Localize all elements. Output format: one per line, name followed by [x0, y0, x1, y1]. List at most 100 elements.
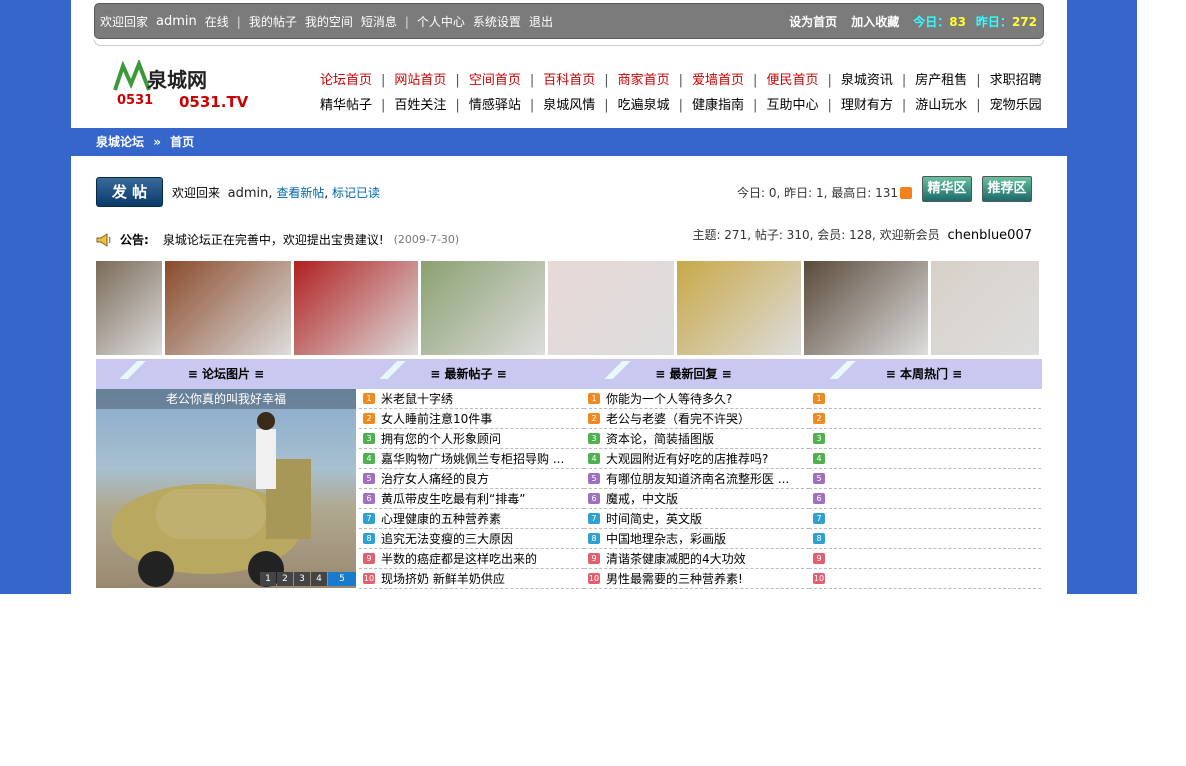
recommend-zone-button[interactable]: 推荐区	[982, 176, 1032, 202]
rss-icon[interactable]	[900, 186, 912, 199]
nav-link[interactable]: 百科首页	[543, 68, 595, 93]
set-home-link[interactable]: 设为首页	[789, 13, 837, 30]
pager-button[interactable]: 3	[294, 572, 310, 586]
list-item[interactable]: 10	[809, 569, 1041, 589]
add-favorite-link[interactable]: 加入收藏	[851, 13, 899, 30]
short-message-link[interactable]: 短消息	[361, 13, 397, 30]
nav-link[interactable]: 便民首页	[766, 68, 818, 93]
list-item[interactable]: 7 心理健康的五种营养素	[359, 509, 584, 529]
meat-dish-photo[interactable]	[165, 261, 291, 355]
list-item[interactable]: 2	[809, 409, 1041, 429]
pager-button[interactable]: 4	[311, 572, 327, 586]
nav-link[interactable]: 求职招聘	[990, 68, 1042, 93]
list-item[interactable]: 8 中国地理杂志，彩画版	[584, 529, 809, 549]
settings-link[interactable]: 系统设置	[473, 13, 521, 30]
list-item-title[interactable]: 米老鼠十字绣	[381, 390, 453, 407]
list-item[interactable]: 8	[809, 529, 1041, 549]
list-item[interactable]: 6 魔戒，中文版	[584, 489, 809, 509]
list-item[interactable]: 7 时间简史，英文版	[584, 509, 809, 529]
nav-link[interactable]: 泉城资讯	[841, 68, 893, 93]
list-item[interactable]: 3	[809, 429, 1041, 449]
legs-photo[interactable]	[931, 261, 1039, 355]
nav-link[interactable]: 理财有方	[841, 93, 893, 118]
my-posts-link[interactable]: 我的帖子	[249, 13, 297, 30]
nav-link[interactable]: 情感驿站	[469, 93, 521, 118]
list-item-title[interactable]: 大观园附近有好吃的店推荐吗?	[606, 450, 768, 467]
view-new-posts-link[interactable]: 查看新帖	[276, 186, 324, 200]
nav-link[interactable]: 房产租售	[915, 68, 967, 93]
nav-link[interactable]: 游山玩水	[915, 93, 967, 118]
list-item[interactable]: 2 女人睡前注意10件事	[359, 409, 584, 429]
list-item-title[interactable]: 清谐茶健康减肥的4大功效	[606, 550, 746, 567]
list-item-title[interactable]: 魔戒，中文版	[606, 490, 678, 507]
list-item-title[interactable]: 女人睡前注意10件事	[381, 410, 492, 427]
pager-button[interactable]: 2	[277, 572, 293, 586]
new-post-button[interactable]: 发 帖	[96, 177, 163, 207]
my-space-link[interactable]: 我的空间	[305, 13, 353, 30]
list-item-title[interactable]: 时间简史，英文版	[606, 510, 702, 527]
list-item[interactable]: 8 追究无法变瘦的三大原因	[359, 529, 584, 549]
list-item-title[interactable]: 追究无法变瘦的三大原因	[381, 530, 513, 547]
list-item-title[interactable]: 现场挤奶 新鲜羊奶供应	[381, 570, 505, 587]
nav-link[interactable]: 互助中心	[766, 93, 818, 118]
nav-link[interactable]: 商家首页	[618, 68, 670, 93]
pager-button[interactable]: 5	[328, 572, 356, 586]
car-woman-photo[interactable]	[421, 261, 545, 355]
list-item[interactable]: 5 有哪位朋友知道济南名流整形医 ...	[584, 469, 809, 489]
username[interactable]: admin	[156, 14, 197, 29]
list-item[interactable]: 1 你能为一个人等待多久?	[584, 389, 809, 409]
list-item-title[interactable]: 有哪位朋友知道济南名流整形医 ...	[606, 470, 789, 487]
essence-zone-button[interactable]: 精华区	[922, 176, 972, 202]
nav-link[interactable]: 空间首页	[469, 68, 521, 93]
list-item[interactable]: 2 老公与老婆（看完不许哭）	[584, 409, 809, 429]
stone-photo[interactable]	[804, 261, 928, 355]
list-item-title[interactable]: 资本论，简装插图版	[606, 430, 714, 447]
breadcrumb-forum[interactable]: 泉城论坛	[96, 135, 144, 149]
salad-photo[interactable]	[677, 261, 801, 355]
nav-link[interactable]: 网站首页	[394, 68, 446, 93]
nav-link[interactable]: 百姓关注	[394, 93, 446, 118]
logout-link[interactable]: 退出	[529, 13, 553, 30]
nav-link[interactable]: 健康指南	[692, 93, 744, 118]
pager-button[interactable]: 1	[260, 572, 276, 586]
list-item-title[interactable]: 嘉华购物广场姚佩兰专柜招导购 ...	[381, 450, 564, 467]
mark-read-link[interactable]: 标记已读	[332, 186, 380, 200]
restaurant-sign-photo[interactable]	[294, 261, 418, 355]
list-item[interactable]: 1	[809, 389, 1041, 409]
list-item-title[interactable]: 心理健康的五种营养素	[381, 510, 501, 527]
nav-link[interactable]: 论坛首页	[320, 68, 372, 93]
list-item[interactable]: 5 治疗女人痛经的良方	[359, 469, 584, 489]
roast-photo[interactable]	[96, 261, 162, 355]
list-item[interactable]: 6	[809, 489, 1041, 509]
list-item-title[interactable]: 治疗女人痛经的良方	[381, 470, 489, 487]
nav-link[interactable]: 精华帖子	[320, 93, 372, 118]
list-item[interactable]: 3 拥有您的个人形象顾问	[359, 429, 584, 449]
list-item[interactable]: 6 黄瓜带皮生吃最有利“排毒”	[359, 489, 584, 509]
list-item-title[interactable]: 拥有您的个人形象顾问	[381, 430, 501, 447]
list-item-title[interactable]: 你能为一个人等待多久?	[606, 390, 732, 407]
list-item[interactable]: 10 男性最需要的三种营养素!	[584, 569, 809, 589]
list-item[interactable]: 4 大观园附近有好吃的店推荐吗?	[584, 449, 809, 469]
list-item[interactable]: 4	[809, 449, 1041, 469]
list-item[interactable]: 7	[809, 509, 1041, 529]
nav-link[interactable]: 宠物乐园	[990, 93, 1042, 118]
list-item[interactable]: 9 清谐茶健康减肥的4大功效	[584, 549, 809, 569]
list-item[interactable]: 1 米老鼠十字绣	[359, 389, 584, 409]
notice-text[interactable]: 泉城论坛正在完善中，欢迎提出宝贵建议!	[163, 231, 384, 248]
site-logo[interactable]: 泉城网 0531 0531.TV	[109, 58, 259, 116]
new-member-link[interactable]: chenblue007	[947, 228, 1032, 243]
list-item[interactable]: 10 现场挤奶 新鲜羊奶供应	[359, 569, 584, 589]
list-item-title[interactable]: 男性最需要的三种营养素!	[606, 570, 743, 587]
user-center-link[interactable]: 个人中心	[417, 13, 465, 30]
list-item-title[interactable]: 黄瓜带皮生吃最有利“排毒”	[381, 490, 525, 507]
list-item[interactable]: 9 半数的癌症都是这样吃出来的	[359, 549, 584, 569]
list-item[interactable]: 9	[809, 549, 1041, 569]
list-item-title[interactable]: 中国地理杂志，彩画版	[606, 530, 726, 547]
list-item-title[interactable]: 半数的癌症都是这样吃出来的	[381, 550, 537, 567]
list-item[interactable]: 5	[809, 469, 1041, 489]
nav-link[interactable]: 泉城风情	[543, 93, 595, 118]
list-item[interactable]: 4 嘉华购物广场姚佩兰专柜招导购 ...	[359, 449, 584, 469]
mickey-card-photo[interactable]	[548, 261, 674, 355]
list-item[interactable]: 3 资本论，简装插图版	[584, 429, 809, 449]
list-item-title[interactable]: 老公与老婆（看完不许哭）	[606, 410, 750, 427]
